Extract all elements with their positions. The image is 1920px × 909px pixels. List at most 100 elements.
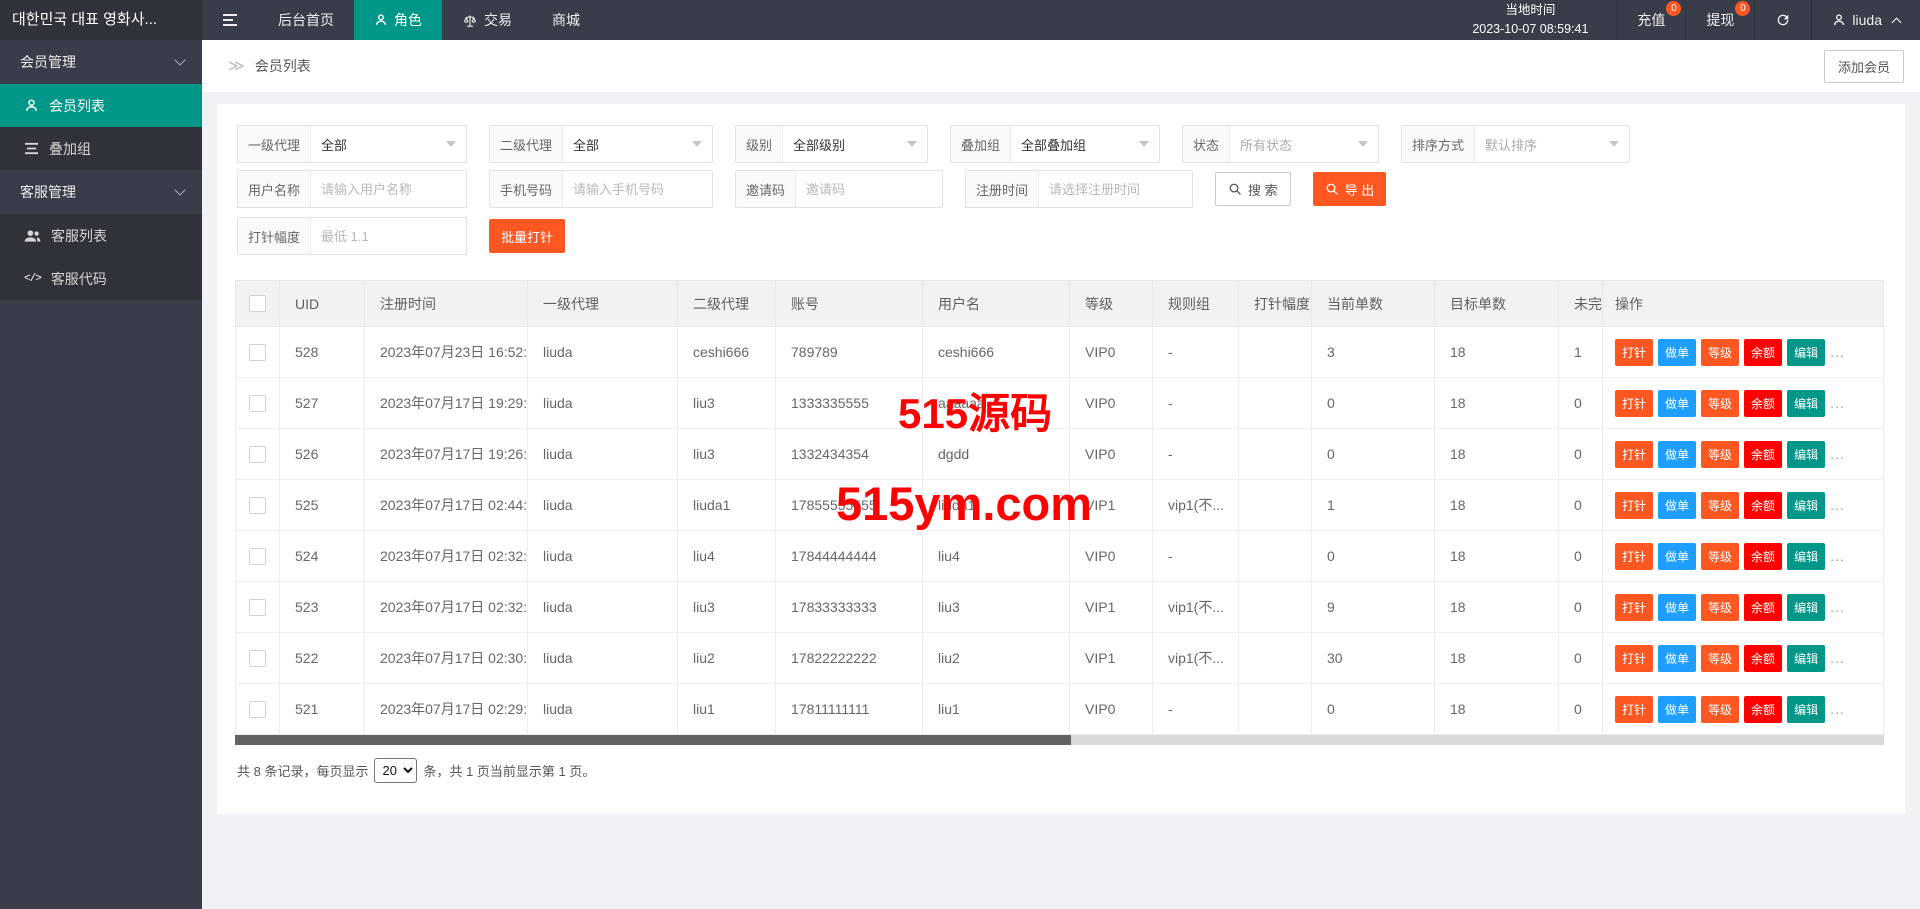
col-unfinished: 未完成 — [1558, 280, 1603, 327]
make-order-button[interactable]: 做单 — [1658, 338, 1697, 366]
make-order-button[interactable]: 做单 — [1658, 440, 1697, 468]
inject-button[interactable]: 打针 — [1615, 593, 1654, 621]
inject-button[interactable]: 打针 — [1615, 695, 1654, 723]
cell-unfinished: 0 — [1558, 530, 1603, 582]
edit-button[interactable]: 编辑 — [1787, 593, 1826, 621]
row-checkbox[interactable] — [249, 700, 266, 718]
balance-button[interactable]: 余额 — [1744, 338, 1783, 366]
inject-button[interactable]: 打针 — [1615, 491, 1654, 519]
cell-level: VIP0 — [1069, 530, 1153, 582]
sidebar-section-service-management[interactable]: 客服管理 — [0, 170, 202, 214]
inject-range-input[interactable] — [311, 218, 466, 254]
inject-button[interactable]: 打针 — [1615, 440, 1654, 468]
search-button[interactable]: 搜 索 — [1215, 172, 1291, 206]
edit-button[interactable]: 编辑 — [1787, 695, 1826, 723]
chevron-down-icon — [907, 141, 917, 147]
balance-button[interactable]: 余额 — [1744, 440, 1783, 468]
nav-item-trade[interactable]: 交易 — [442, 0, 532, 40]
row-checkbox[interactable] — [249, 343, 266, 361]
nav-item-mall[interactable]: 商城 — [532, 0, 600, 40]
nav-item-role[interactable]: 角色 — [354, 0, 442, 40]
sidebar-item-stack-group[interactable]: 叠加组 — [0, 127, 202, 170]
balance-button[interactable]: 余额 — [1744, 593, 1783, 621]
filter-select-agent2-value[interactable]: 全部 — [563, 135, 692, 154]
row-checkbox[interactable] — [249, 496, 266, 514]
filter-select-level-value[interactable]: 全部级别 — [783, 135, 907, 154]
filter-select-agent1-value[interactable]: 全部 — [311, 135, 446, 154]
cell-unfinished: 1 — [1558, 326, 1603, 378]
make-order-button[interactable]: 做单 — [1658, 644, 1697, 672]
inject-button[interactable]: 打针 — [1615, 644, 1654, 672]
export-button[interactable]: 导 出 — [1312, 172, 1387, 206]
user-menu[interactable]: liuda — [1811, 0, 1920, 40]
balance-button[interactable]: 余额 — [1744, 491, 1783, 519]
more-actions[interactable]: ... — [1830, 344, 1845, 360]
scrollbar-thumb[interactable] — [235, 735, 1071, 745]
batch-inject-button[interactable]: 批量打针 — [489, 219, 566, 253]
make-order-button[interactable]: 做单 — [1658, 491, 1697, 519]
edit-button[interactable]: 编辑 — [1787, 542, 1826, 570]
row-checkbox[interactable] — [249, 547, 266, 565]
page-size-select[interactable]: 20 — [374, 758, 418, 783]
balance-button[interactable]: 余额 — [1744, 644, 1783, 672]
more-actions[interactable]: ... — [1830, 701, 1845, 717]
cell-username: liuda1 — [922, 479, 1070, 531]
sidebar-item-member-list[interactable]: 会员列表 — [0, 84, 202, 127]
cell-reg-time: 2023年07月17日 02:29:32 — [364, 683, 528, 735]
edit-button[interactable]: 编辑 — [1787, 338, 1826, 366]
balance-button[interactable]: 余额 — [1744, 542, 1783, 570]
add-member-button[interactable]: 添加会员 — [1823, 49, 1904, 83]
select-all-checkbox[interactable] — [249, 295, 266, 313]
level-button[interactable]: 等级 — [1701, 338, 1740, 366]
recharge-button[interactable]: 充值 0 — [1616, 0, 1685, 40]
row-checkbox[interactable] — [249, 394, 266, 412]
inject-button[interactable]: 打针 — [1615, 338, 1654, 366]
level-button[interactable]: 等级 — [1701, 695, 1740, 723]
make-order-button[interactable]: 做单 — [1658, 389, 1697, 417]
sidebar-section-member-management[interactable]: 会员管理 — [0, 40, 202, 84]
filter-select-stack-group-value[interactable]: 全部叠加组 — [1011, 135, 1139, 154]
invite-code-input[interactable] — [796, 171, 942, 207]
more-actions[interactable]: ... — [1830, 395, 1845, 411]
level-button[interactable]: 等级 — [1701, 491, 1740, 519]
row-checkbox[interactable] — [249, 649, 266, 667]
balance-button[interactable]: 余额 — [1744, 695, 1783, 723]
withdraw-button[interactable]: 提现 0 — [1685, 0, 1754, 40]
row-checkbox[interactable] — [249, 598, 266, 616]
edit-button[interactable]: 编辑 — [1787, 491, 1826, 519]
reg-time-input[interactable] — [1039, 171, 1192, 207]
nav-item-home[interactable]: 后台首页 — [258, 0, 354, 40]
more-actions[interactable]: ... — [1830, 599, 1845, 615]
level-button[interactable]: 等级 — [1701, 440, 1740, 468]
more-actions[interactable]: ... — [1830, 548, 1845, 564]
filter-label: 叠加组 — [951, 126, 1012, 162]
make-order-button[interactable]: 做单 — [1658, 695, 1697, 723]
level-button[interactable]: 等级 — [1701, 542, 1740, 570]
more-actions[interactable]: ... — [1830, 497, 1845, 513]
filter-select-sort-value[interactable]: 默认排序 — [1475, 135, 1609, 154]
collapse-menu-button[interactable] — [202, 0, 258, 40]
make-order-button[interactable]: 做单 — [1658, 542, 1697, 570]
refresh-button[interactable] — [1754, 0, 1811, 40]
edit-button[interactable]: 编辑 — [1787, 440, 1826, 468]
phone-input[interactable] — [563, 171, 712, 207]
balance-button[interactable]: 余额 — [1744, 389, 1783, 417]
more-actions[interactable]: ... — [1830, 650, 1845, 666]
inject-button[interactable]: 打针 — [1615, 542, 1654, 570]
level-button[interactable]: 等级 — [1701, 593, 1740, 621]
row-checkbox[interactable] — [249, 445, 266, 463]
more-actions[interactable]: ... — [1830, 446, 1845, 462]
edit-button[interactable]: 编辑 — [1787, 644, 1826, 672]
sidebar-item-service-list[interactable]: 客服列表 — [0, 214, 202, 257]
sidebar-item-service-code[interactable]: </> 客服代码 — [0, 257, 202, 300]
username-input[interactable] — [311, 171, 466, 207]
filter-select-status-value[interactable]: 所有状态 — [1230, 135, 1358, 154]
edit-button[interactable]: 编辑 — [1787, 389, 1826, 417]
inject-button[interactable]: 打针 — [1615, 389, 1654, 417]
row-actions: 打针 做单 等级 余额 编辑... — [1615, 542, 1845, 570]
row-actions: 打针 做单 等级 余额 编辑... — [1615, 593, 1845, 621]
filter-label: 二级代理 — [490, 126, 564, 162]
make-order-button[interactable]: 做单 — [1658, 593, 1697, 621]
level-button[interactable]: 等级 — [1701, 389, 1740, 417]
level-button[interactable]: 等级 — [1701, 644, 1740, 672]
